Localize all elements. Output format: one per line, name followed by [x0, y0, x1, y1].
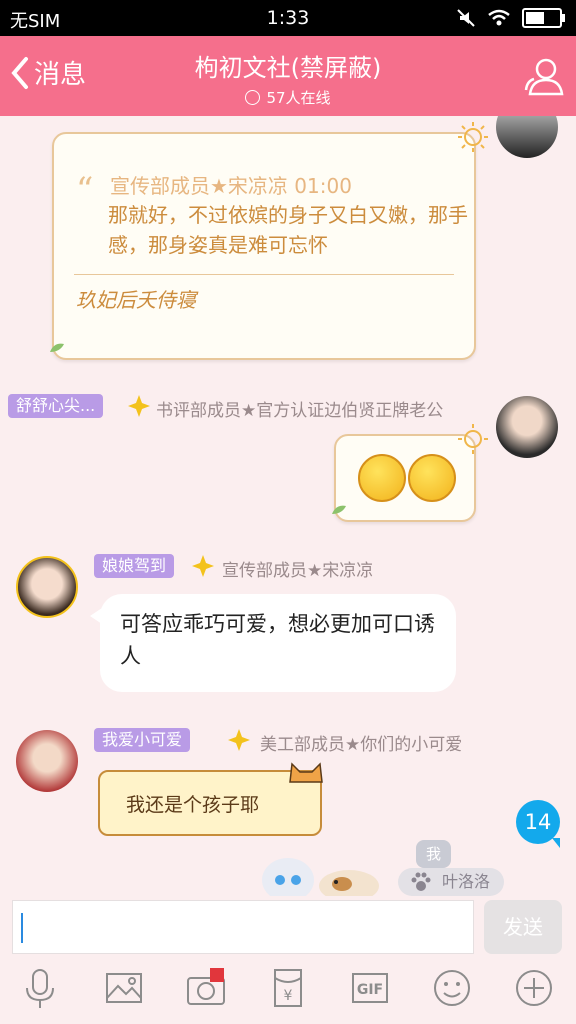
avatar[interactable]	[496, 396, 558, 458]
online-label: 57人在线	[266, 89, 331, 107]
pet-name: 叶洛洛	[442, 872, 491, 891]
title-block: 枸初文社(禁屏蔽) 57人在线	[0, 48, 576, 108]
image-icon[interactable]	[104, 968, 144, 1008]
silent-icon	[457, 9, 475, 27]
gif-icon[interactable]: GIF	[350, 968, 390, 1008]
quote-text: 那就好，不过依嫔的身子又白又嫩，那手感，那身姿真是难可忘怀	[108, 203, 468, 257]
svg-text:GIF: GIF	[357, 982, 383, 998]
battery-icon	[522, 8, 565, 28]
anime-girl-icon	[262, 858, 314, 896]
quote-card[interactable]: “ 宣传部成员★宋凉凉 01:00 那就好，不过依嫔的身子又白又嫩，那手感，那身…	[50, 122, 488, 360]
leaf-icon	[332, 505, 346, 514]
plus-icon[interactable]	[514, 968, 554, 1008]
cat-icon	[289, 762, 323, 783]
leaf-icon	[50, 343, 64, 352]
rank-diamond-icon	[128, 395, 150, 417]
emoji-bubble[interactable]	[332, 424, 488, 522]
smirk-emoji-icon	[358, 454, 406, 502]
avatar[interactable]	[16, 556, 78, 618]
quote-signature: 玖妃后夭侍寝	[76, 288, 196, 312]
user-title-tag: 我爱小可爱	[94, 728, 191, 752]
user-rank: 书评部成员★官方认证边伯贤正牌老公	[156, 401, 444, 421]
chat-header: 消息 枸初文社(禁屏蔽) 57人在线	[0, 36, 576, 116]
sticker-text: 我还是个孩子耶	[126, 794, 260, 816]
sun-icon	[458, 424, 488, 454]
sun-icon	[458, 122, 488, 152]
smirk-emoji-icon	[408, 454, 456, 502]
svg-text:¥: ¥	[284, 988, 293, 1004]
group-members-icon[interactable]	[522, 54, 566, 98]
user-title-tag: 娘娘驾到	[94, 554, 175, 578]
divider	[74, 274, 454, 275]
camera-icon[interactable]	[186, 968, 226, 1008]
status-bar: 无SIM 1:33	[0, 0, 576, 36]
paw-icon	[411, 872, 431, 891]
text-cursor	[21, 913, 23, 943]
message-bubble[interactable]: 可答应乖巧可爱，想必更加可口诱人	[90, 594, 456, 692]
unread-badge[interactable]: 14	[516, 800, 560, 848]
microphone-icon[interactable]	[20, 968, 60, 1008]
rank-diamond-icon	[192, 555, 214, 577]
status-icons	[456, 8, 565, 28]
avatar[interactable]	[496, 116, 558, 158]
wifi-icon	[488, 9, 510, 26]
send-button[interactable]: 发送	[484, 900, 562, 954]
bottom-toolbar: ¥ GIF	[0, 956, 576, 1024]
online-count: 57人在线	[0, 87, 576, 108]
message-list[interactable]: “ 宣传部成员★宋凉凉 01:00 那就好，不过依嫔的身子又白又嫩，那手感，那身…	[0, 116, 576, 896]
quote-mark-icon: “	[76, 170, 94, 210]
quote-author-time: 宣传部成员★宋凉凉 01:00	[110, 174, 352, 198]
red-packet-icon[interactable]: ¥	[268, 968, 308, 1008]
emoji-icon[interactable]	[432, 968, 472, 1008]
user-rank: 美工部成员★你们的小可爱	[260, 735, 463, 755]
group-title: 枸初文社(禁屏蔽)	[194, 54, 382, 82]
cat-pet-icon	[319, 870, 379, 896]
input-bar: 发送	[0, 896, 576, 956]
user-title-tag: 舒舒心尖...	[8, 394, 104, 418]
user-rank: 宣传部成员★宋凉凉	[222, 561, 374, 581]
online-icon	[245, 90, 261, 105]
message-input[interactable]	[12, 900, 474, 954]
avatar[interactable]	[16, 730, 78, 792]
me-label: 我	[416, 840, 452, 868]
sticker-bubble[interactable]: 我还是个孩子耶	[98, 762, 323, 836]
rank-diamond-icon	[228, 729, 250, 751]
